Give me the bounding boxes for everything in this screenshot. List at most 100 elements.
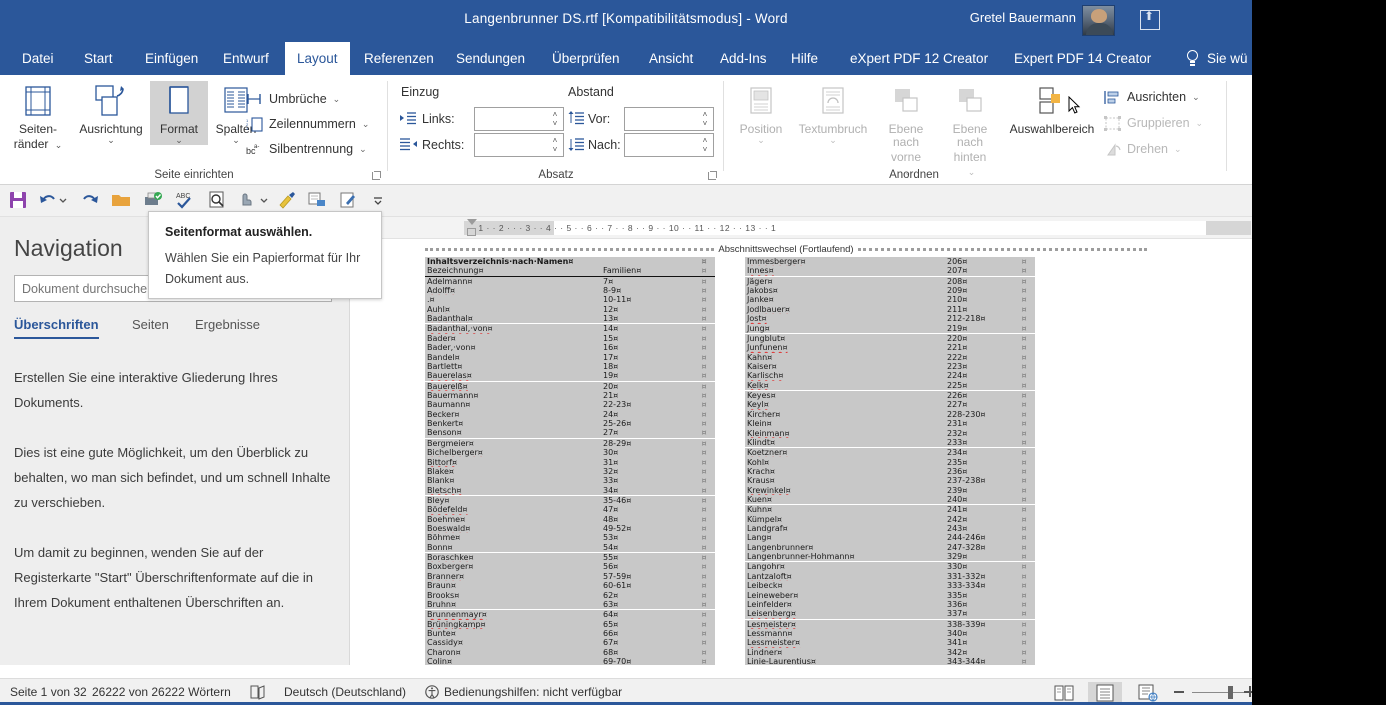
table-row[interactable]: Brooks¤ 62¤ ¤ — [425, 591, 715, 600]
table-row[interactable]: Lesmeister¤ 338-339¤ ¤ — [745, 619, 1035, 629]
chevron-down-icon[interactable]: ⌄ — [1196, 118, 1204, 129]
table-row[interactable]: Janke¤ 210¤ ¤ — [745, 295, 1035, 304]
table-row[interactable]: Keyl¤ 227¤ ¤ — [745, 400, 1035, 409]
table-row[interactable]: Kuhn¤ 241¤ ¤ — [745, 505, 1035, 515]
table-row[interactable]: Landgraf¤ 243¤ ¤ — [745, 524, 1035, 533]
avatar[interactable] — [1082, 5, 1115, 36]
table-row[interactable]: Blank¤ 33¤ ¤ — [425, 476, 715, 485]
table-row[interactable]: Lessmann¤ 340¤ ¤ — [745, 629, 1035, 638]
tab-add-ins[interactable]: Add-Ins — [708, 42, 779, 75]
table-row[interactable]: Bletsch¤ 34¤ ¤ — [425, 485, 715, 496]
view-web-layout[interactable] — [1131, 682, 1165, 704]
dialog-launcher-seite-einrichten[interactable] — [372, 171, 382, 181]
table-row[interactable]: Jäger¤ 208¤ ¤ — [745, 276, 1035, 286]
touch-mode-icon[interactable] — [236, 190, 258, 212]
zoom-slider-handle[interactable] — [1228, 686, 1233, 699]
table-row[interactable]: Jodlbauer¤ 211¤ ¤ — [745, 305, 1035, 314]
table-row[interactable]: Leineweber¤ 335¤ ¤ — [745, 591, 1035, 600]
button-format[interactable]: Format ⌄ — [150, 81, 208, 145]
menu-silbentrennung[interactable]: bc a- Silbentrennung ⌄ — [246, 137, 367, 161]
tab-ueberpruefen[interactable]: Überprüfen — [540, 42, 632, 75]
chevron-down-icon[interactable]: ⌄ — [55, 141, 63, 150]
table-row[interactable]: Linie-Laurentius¤ 343-344¤ ¤ — [745, 657, 1035, 665]
table-row[interactable]: Becker¤ 24¤ ¤ — [425, 410, 715, 419]
stepper-arrows[interactable]: ˄ ˅ — [550, 110, 560, 129]
table-row[interactable]: Keyes¤ 226¤ ¤ — [745, 391, 1035, 401]
table-row[interactable]: Colin¤ 69-70¤ ¤ — [425, 657, 715, 665]
table-row[interactable]: Benson¤ 27¤ ¤ — [425, 428, 715, 439]
tab-datei[interactable]: Datei — [10, 42, 66, 75]
print-preview-icon[interactable] — [143, 190, 165, 212]
dialog-launcher-absatz[interactable] — [708, 171, 718, 181]
table-row[interactable]: Branner¤ 57-59¤ ¤ — [425, 572, 715, 581]
print-icon[interactable] — [307, 190, 329, 212]
tab-ergebnisse[interactable]: Ergebnisse — [195, 317, 260, 332]
chevron-down-icon[interactable]: ⌄ — [362, 119, 370, 130]
table-row[interactable]: Adelmann¤ 7¤ ¤ — [425, 276, 715, 286]
table-row[interactable]: Junfunen¤ 221¤ ¤ — [745, 343, 1035, 352]
button-ebene-nach-hinten[interactable]: Ebene nach hinten ⌄ — [938, 81, 1002, 178]
table-row[interactable]: Auhl¤ 12¤ ¤ — [425, 305, 715, 314]
document-page[interactable]: Abschnittswechsel (Fortlaufend) Inhaltsv… — [351, 240, 1252, 665]
table-row[interactable]: Boehme¤ 48¤ ¤ — [425, 515, 715, 524]
chevron-down-icon[interactable]: ⌄ — [359, 144, 367, 155]
input-abstand-nach[interactable]: ˄ ˅ — [624, 133, 714, 157]
table-row[interactable]: .¤ 10-11¤ ¤ — [425, 295, 715, 304]
table-row[interactable]: Bartlett¤ 18¤ ¤ — [425, 362, 715, 371]
menu-drehen[interactable]: Drehen ⌄ — [1104, 137, 1182, 161]
table-row[interactable]: Klindt¤ 233¤ ¤ — [745, 437, 1035, 449]
chevron-down-icon[interactable]: ⌄ — [1192, 92, 1200, 103]
table-row[interactable]: Kohl¤ 235¤ ¤ — [745, 457, 1035, 467]
table-row[interactable]: Bittorf¤ 31¤ ¤ — [425, 457, 715, 467]
table-row[interactable]: Koetzner¤ 234¤ ¤ — [745, 448, 1035, 458]
table-row[interactable]: Cassidy¤ 67¤ ¤ — [425, 638, 715, 647]
menu-gruppieren[interactable]: Gruppieren ⌄ — [1104, 111, 1203, 135]
table-row[interactable]: Lantzaloft¤ 331-332¤ ¤ — [745, 572, 1035, 581]
chevron-down-icon[interactable]: ⌄ — [792, 136, 874, 145]
table-row[interactable]: Bunte¤ 66¤ ¤ — [425, 629, 715, 638]
table-row[interactable]: Langenbrunner¤ 247-328¤ ¤ — [745, 543, 1035, 552]
table-row[interactable]: Jakobs¤ 209¤ ¤ — [745, 286, 1035, 295]
tab-start[interactable]: Start — [72, 42, 125, 75]
input-abstand-vor[interactable]: ˄ ˅ — [624, 107, 714, 131]
table-row[interactable]: Langohr¤ 330¤ ¤ — [745, 562, 1035, 572]
table-row[interactable]: Bödefeld¤ 47¤ ¤ — [425, 505, 715, 514]
table-row[interactable]: Kuen¤ 240¤ ¤ — [745, 495, 1035, 506]
tab-ansicht[interactable]: Ansicht — [637, 42, 705, 75]
menu-ausrichten[interactable]: Ausrichten ⌄ — [1104, 85, 1200, 109]
touch-dropdown-icon[interactable] — [258, 190, 270, 212]
tab-sendungen[interactable]: Sendungen — [444, 42, 537, 75]
table-row[interactable]: Jost¤ 212-218¤ ¤ — [745, 314, 1035, 323]
chevron-down-icon[interactable]: ⌄ — [730, 136, 792, 145]
open-folder-icon[interactable] — [111, 190, 133, 212]
table-row[interactable]: Brüningkamp¤ 65¤ ¤ — [425, 620, 715, 629]
table-row[interactable]: Böhme¤ 53¤ ¤ — [425, 533, 715, 542]
table-row[interactable]: Kleinman¤ 232¤ ¤ — [745, 428, 1035, 438]
table-row[interactable]: Adolff¤ 8-9¤ ¤ — [425, 286, 715, 295]
tab-expert-pdf-14[interactable]: Expert PDF 14 Creator — [1002, 42, 1163, 75]
input-einzug-links[interactable]: ˄ ˅ — [474, 107, 564, 131]
tab-referenzen[interactable]: Referenzen — [352, 42, 446, 75]
stepper-arrows[interactable]: ˄ ˅ — [700, 110, 710, 129]
table-row[interactable]: Charon¤ 68¤ ¤ — [425, 648, 715, 657]
menu-zeilennummern[interactable]: 123 Zeilennummern ⌄ — [246, 112, 369, 136]
toc-column-left[interactable]: Inhaltsverzeichnis·nach·Namen¤ ¤ Bezeichnu… — [425, 257, 715, 665]
table-row[interactable]: Kahn¤ 222¤ ¤ — [745, 353, 1035, 362]
table-row[interactable]: Langenbrunner-Hohmann¤ 329¤ ¤ — [745, 552, 1035, 563]
view-print-layout[interactable] — [1088, 682, 1122, 704]
status-page[interactable]: Seite 1 von 32 — [10, 685, 87, 699]
table-row[interactable]: Leinfelder¤ 336¤ ¤ — [745, 600, 1035, 609]
table-row[interactable]: Leisenberg¤ 337¤ ¤ — [745, 609, 1035, 620]
menu-umbrueche[interactable]: Umbrüche ⌄ — [246, 87, 340, 111]
status-language[interactable]: Deutsch (Deutschland) — [284, 685, 406, 699]
table-row[interactable]: Immesberger¤ 206¤ ¤ — [745, 257, 1035, 266]
table-row[interactable]: Krach¤ 236¤ ¤ — [745, 467, 1035, 476]
status-accessibility[interactable]: Bedienungshilfen: nicht verfügbar — [444, 685, 622, 699]
first-line-indent-marker[interactable] — [467, 219, 477, 225]
save-icon[interactable] — [8, 190, 30, 212]
table-row[interactable]: Krewinkel¤ 239¤ ¤ — [745, 486, 1035, 495]
table-row[interactable]: Baumann¤ 22-23¤ ¤ — [425, 400, 715, 409]
table-row[interactable]: Braun¤ 60-61¤ ¤ — [425, 581, 715, 590]
table-row[interactable]: Blake¤ 32¤ ¤ — [425, 467, 715, 476]
table-row[interactable]: Bauerelas¤ 19¤ ¤ — [425, 371, 715, 382]
